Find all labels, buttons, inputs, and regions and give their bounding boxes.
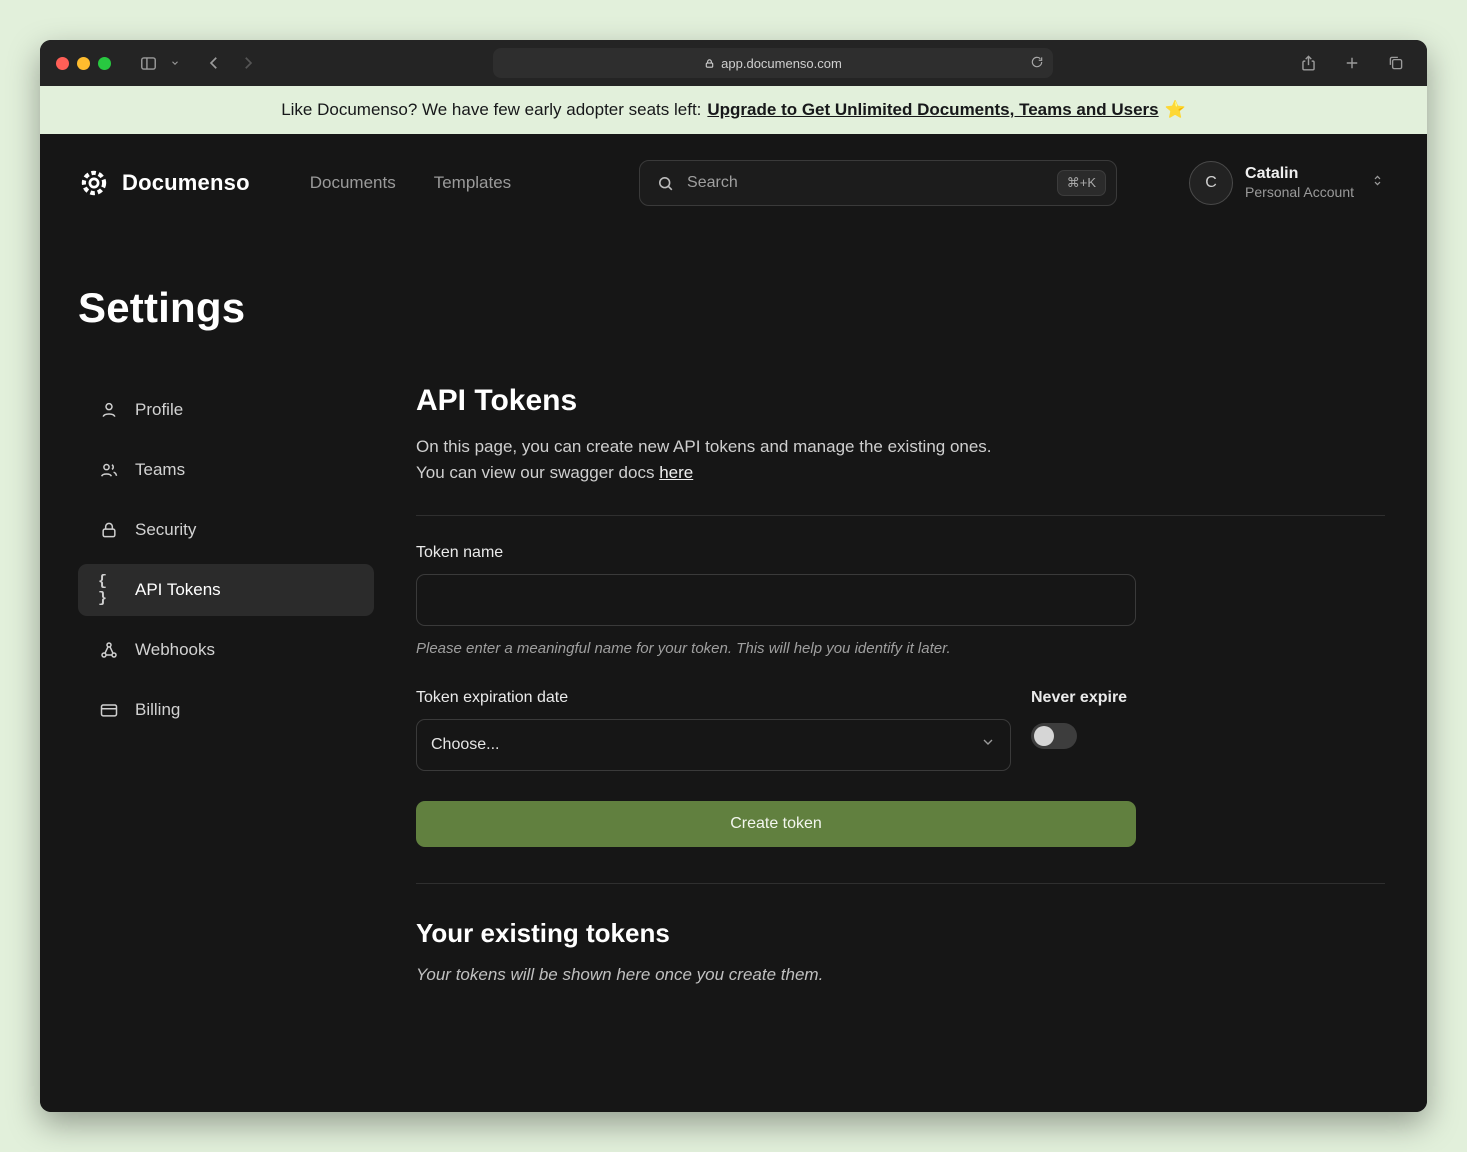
existing-tokens-title: Your existing tokens [416, 918, 1385, 949]
sidebar-item-label: API Tokens [135, 580, 221, 600]
sidebar-item-security[interactable]: Security [78, 504, 374, 556]
divider [416, 883, 1385, 884]
search-placeholder: Search [687, 174, 1045, 192]
nav-documents[interactable]: Documents [310, 173, 396, 193]
section-description: On this page, you can create new API tok… [416, 434, 1385, 487]
settings-sidebar: Profile Teams Security [78, 384, 374, 744]
chevrons-up-down-icon [1370, 173, 1385, 193]
never-expire-toggle[interactable] [1031, 723, 1077, 749]
new-tab-icon[interactable] [1337, 49, 1367, 77]
expiration-selected-value: Choose... [431, 736, 499, 754]
browser-toolbar: app.documenso.com [40, 40, 1427, 86]
account-type: Personal Account [1245, 184, 1354, 202]
traffic-lights [56, 57, 111, 70]
sidebar-item-profile[interactable]: Profile [78, 384, 374, 436]
create-token-button[interactable]: Create token [416, 801, 1136, 847]
account-menu[interactable]: C Catalin Personal Account [1189, 161, 1385, 205]
documenso-logo-icon [78, 167, 110, 199]
zoom-window-button[interactable] [98, 57, 111, 70]
sidebar-item-label: Webhooks [135, 640, 215, 660]
main-content: Settings Profile Teams [40, 232, 1427, 985]
minimize-window-button[interactable] [77, 57, 90, 70]
search-input[interactable]: Search ⌘+K [639, 160, 1117, 206]
credit-card-icon [98, 700, 120, 720]
close-window-button[interactable] [56, 57, 69, 70]
existing-tokens-empty-text: Your tokens will be shown here once you … [416, 965, 1385, 985]
users-icon [98, 460, 120, 480]
divider [416, 515, 1385, 516]
account-name: Catalin [1245, 164, 1354, 184]
token-name-help: Please enter a meaningful name for your … [416, 640, 1385, 657]
sidebar-item-label: Teams [135, 460, 185, 480]
browser-window: app.documenso.com Like Documenso? We hav… [40, 40, 1427, 1112]
app-root: Documenso Documents Templates Search ⌘+K… [40, 134, 1427, 1112]
toggle-knob [1034, 726, 1054, 746]
lock-icon [98, 520, 120, 540]
token-name-input[interactable] [416, 574, 1136, 626]
promo-banner: Like Documenso? We have few early adopte… [40, 86, 1427, 134]
search-shortcut-badge: ⌘+K [1057, 170, 1106, 196]
avatar: C [1189, 161, 1233, 205]
upgrade-link[interactable]: Upgrade to Get Unlimited Documents, Team… [707, 100, 1158, 120]
brand-name: Documenso [122, 170, 250, 196]
braces-icon: { } [98, 573, 120, 607]
webhook-icon [98, 640, 120, 660]
api-tokens-panel: API Tokens On this page, you can create … [416, 384, 1385, 985]
sidebar-toggle-icon[interactable] [133, 49, 163, 77]
back-button[interactable] [199, 49, 229, 77]
sidebar-item-webhooks[interactable]: Webhooks [78, 624, 374, 676]
expiration-select[interactable]: Choose... [416, 719, 1011, 771]
sidebar-item-label: Profile [135, 400, 183, 420]
chevron-down-icon [980, 734, 996, 755]
sidebar-item-label: Billing [135, 700, 180, 720]
address-bar[interactable]: app.documenso.com [493, 48, 1053, 78]
description-line-2: You can view our swagger docs [416, 463, 654, 482]
app-header: Documenso Documents Templates Search ⌘+K… [40, 134, 1427, 232]
sidebar-item-teams[interactable]: Teams [78, 444, 374, 496]
token-name-label: Token name [416, 544, 1385, 562]
sidebar-item-billing[interactable]: Billing [78, 684, 374, 736]
never-expire-label: Never expire [1031, 689, 1127, 707]
star-emoji-icon: ⭐ [1165, 100, 1186, 120]
lock-icon [704, 58, 715, 69]
share-icon[interactable] [1293, 49, 1323, 77]
forward-button[interactable] [233, 49, 263, 77]
sidebar-item-api-tokens[interactable]: { } API Tokens [78, 564, 374, 616]
sidebar-item-label: Security [135, 520, 196, 540]
section-title: API Tokens [416, 384, 1385, 418]
search-icon [656, 174, 675, 193]
swagger-docs-link[interactable]: here [659, 463, 693, 482]
user-icon [98, 400, 120, 420]
tab-overview-icon[interactable] [1381, 49, 1411, 77]
expiration-label: Token expiration date [416, 689, 1011, 707]
nav-templates[interactable]: Templates [434, 173, 511, 193]
description-line-1: On this page, you can create new API tok… [416, 437, 992, 456]
sidebar-chevron-icon[interactable] [167, 49, 183, 77]
reload-icon[interactable] [1030, 55, 1044, 72]
promo-text: Like Documenso? We have few early adopte… [281, 100, 701, 120]
avatar-initial: C [1205, 174, 1217, 192]
page-title: Settings [78, 284, 1385, 332]
top-nav: Documents Templates [310, 173, 511, 193]
url-text: app.documenso.com [721, 56, 842, 71]
brand[interactable]: Documenso [78, 167, 250, 199]
